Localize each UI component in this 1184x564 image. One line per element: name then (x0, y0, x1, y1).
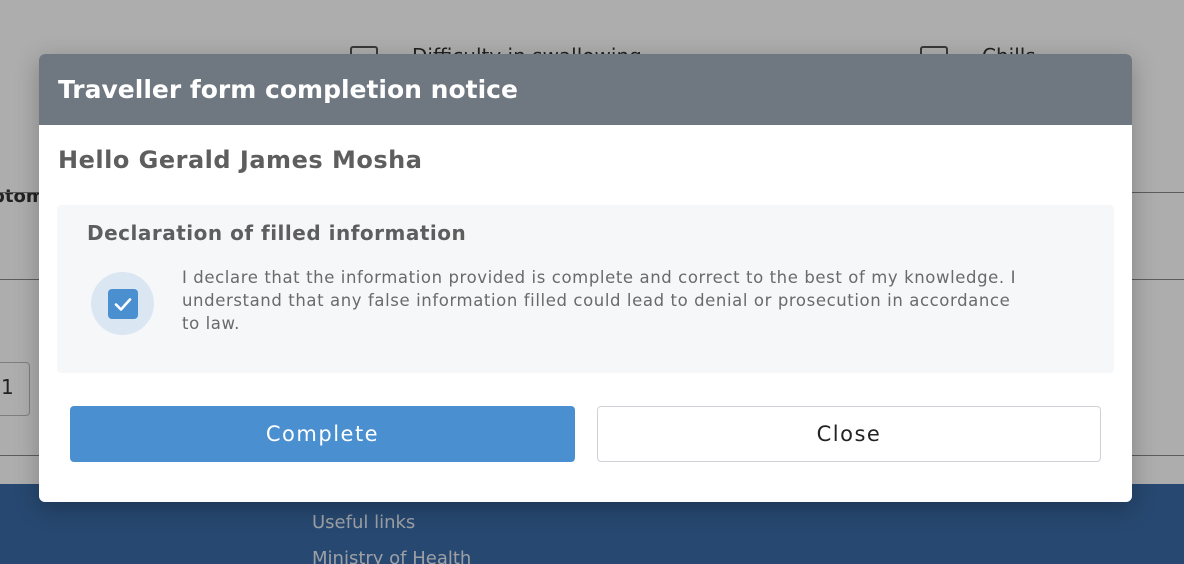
completion-modal: Traveller form completion notice Hello G… (39, 54, 1132, 502)
declaration-heading: Declaration of filled information (87, 221, 467, 245)
modal-header: Traveller form completion notice (39, 54, 1132, 125)
checkbox-checked[interactable] (107, 288, 138, 319)
declaration-checkbox[interactable] (91, 272, 154, 335)
greeting-text: Hello Gerald James Mosha (58, 146, 423, 174)
close-button[interactable]: Close (597, 406, 1101, 462)
declaration-line: to law. (182, 314, 240, 333)
declaration-panel: Declaration of filled information I decl… (57, 205, 1114, 373)
complete-button[interactable]: Complete (70, 406, 575, 462)
modal-title: Traveller form completion notice (58, 75, 518, 104)
check-icon (114, 297, 131, 311)
declaration-line: understand that any false information fi… (182, 291, 1011, 310)
declaration-line: I declare that the information provided … (182, 268, 1017, 287)
declaration-text: I declare that the information provided … (182, 266, 1082, 335)
